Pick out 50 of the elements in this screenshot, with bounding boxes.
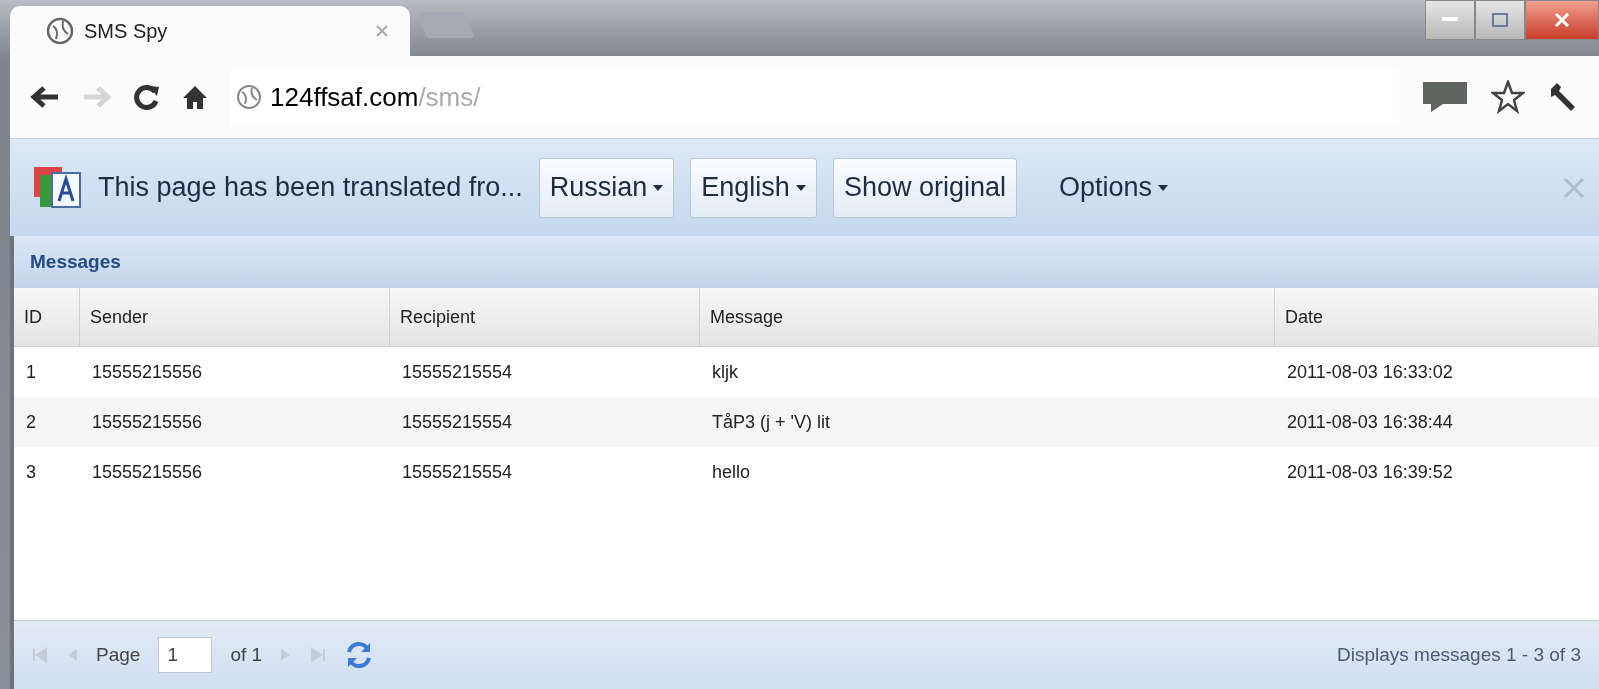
close-icon <box>1555 13 1569 27</box>
caret-icon <box>795 184 806 191</box>
caret-icon <box>653 184 664 191</box>
table-cell-text: 3 <box>25 460 37 484</box>
caret-icon <box>1158 184 1169 191</box>
source-language-dropdown[interactable]: Russian <box>538 157 675 218</box>
close-button[interactable] <box>1525 0 1599 40</box>
options-menu[interactable]: Options <box>1058 172 1169 203</box>
target-language-dropdown[interactable]: English <box>690 157 817 218</box>
address-field[interactable]: 124ffsaf.com/sms/ <box>230 69 1399 125</box>
paging-status: Displays messages 1 - 3 of 3 <box>1337 644 1581 666</box>
table-cell-text: 2011-08-03 16:39:52 <box>1286 460 1454 484</box>
table-cell: TåP3 (j + 'V) lit <box>700 397 1275 447</box>
column-header[interactable]: Date <box>1275 288 1599 347</box>
table-cell-text: 1 <box>25 360 37 384</box>
maximize-button[interactable] <box>1475 0 1525 40</box>
table-cell-text: 15555215556 <box>91 360 204 384</box>
home-icon[interactable] <box>182 84 208 110</box>
page-number-field[interactable]: 1 <box>158 637 213 673</box>
close-tab-icon[interactable] <box>376 25 388 37</box>
table-cell-text: hello <box>711 460 752 484</box>
url-text: 124ffsaf.com/sms/ <box>270 81 481 113</box>
table-cell-text: 15555215556 <box>91 460 204 484</box>
table-cell: 15555215554 <box>390 397 700 447</box>
table-cell: 2011-08-03 16:38:44 <box>1275 397 1599 447</box>
table-cell-text: 2011-08-03 16:33:02 <box>1286 360 1454 384</box>
minimize-button[interactable] <box>1425 0 1475 40</box>
globe-icon <box>236 84 262 110</box>
table-cell: 2 <box>14 397 80 447</box>
column-header[interactable]: Message <box>700 288 1275 347</box>
column-header[interactable]: Recipient <box>390 288 700 347</box>
table-cell-text: 15555215554 <box>401 460 514 484</box>
minimize-icon <box>1442 17 1458 23</box>
star-icon[interactable] <box>1491 80 1525 114</box>
panel-title: Messages <box>14 236 1599 288</box>
browser-tab[interactable]: SMS Spy <box>10 6 410 56</box>
maximize-icon <box>1492 13 1508 27</box>
table-cell-text: kljk <box>711 360 739 384</box>
show-original-button[interactable]: Show original <box>832 157 1017 218</box>
table-cell: 15555215556 <box>80 397 390 447</box>
translate-icon <box>32 164 82 211</box>
column-header[interactable]: Sender <box>80 288 390 347</box>
page-count-label: of 1 <box>230 644 263 666</box>
page-label: Page <box>96 644 141 666</box>
back-icon[interactable] <box>30 85 60 109</box>
table-cell-text: 15555215554 <box>401 360 514 384</box>
translation-message: This page has been translated fro... <box>98 172 523 203</box>
column-header[interactable]: ID <box>14 288 80 347</box>
globe-icon <box>46 17 74 45</box>
reload-icon[interactable] <box>134 84 160 110</box>
